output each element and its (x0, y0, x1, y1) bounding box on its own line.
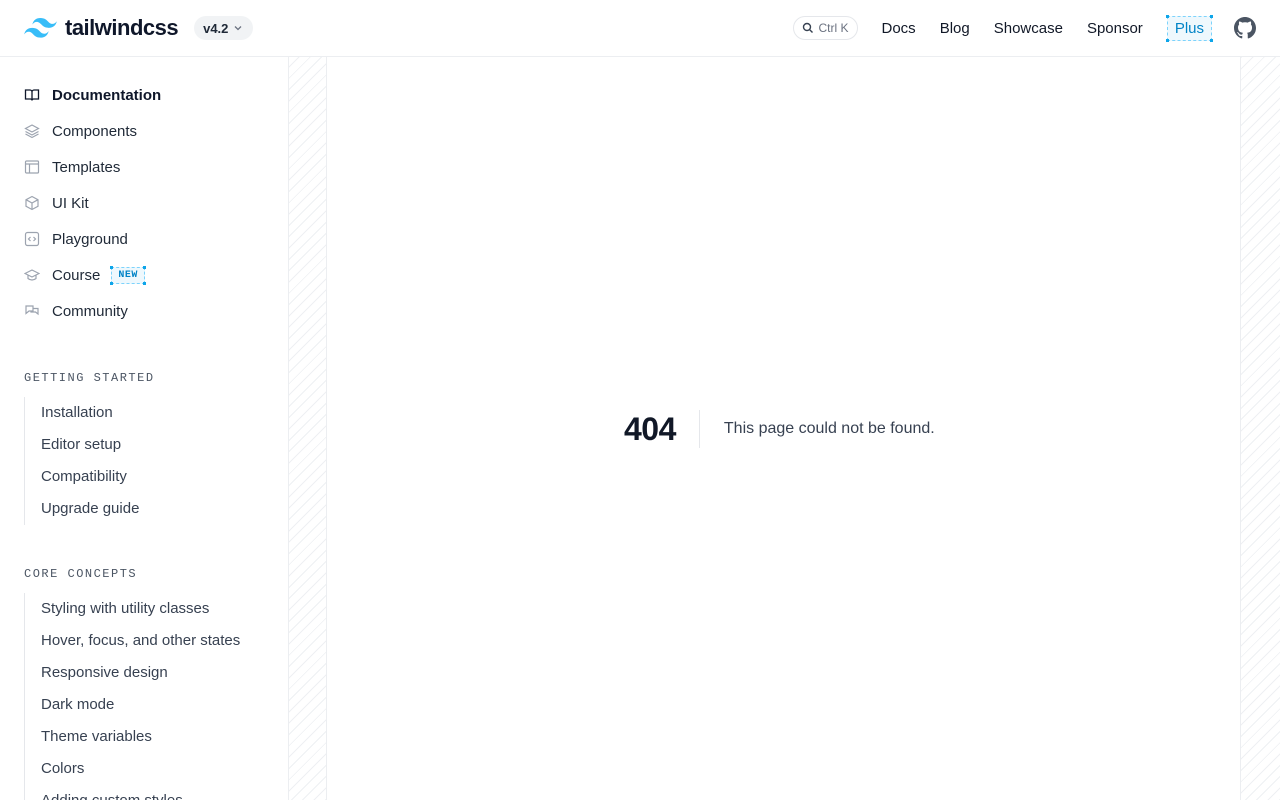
nav-docs[interactable]: Docs (882, 20, 916, 37)
section-title-getting-started: GETTING STARTED (24, 371, 155, 385)
nav-upgrade-guide[interactable]: Upgrade guide (25, 493, 264, 525)
nav-showcase[interactable]: Showcase (994, 20, 1063, 37)
nav-custom-styles[interactable]: Adding custom styles (25, 785, 264, 800)
chat-icon (24, 303, 40, 319)
nav-colors[interactable]: Colors (25, 753, 264, 785)
error-code: 404 (624, 410, 676, 447)
nav-theme-variables[interactable]: Theme variables (25, 721, 264, 753)
sidebar-item-community[interactable]: Community (24, 293, 264, 329)
nav-blog[interactable]: Blog (940, 20, 970, 37)
layers-icon (24, 123, 40, 139)
sidebar: Documentation Components Templates UI Ki… (0, 57, 289, 800)
sidebar-item-label: Documentation (52, 86, 162, 104)
left-gutter (289, 57, 327, 800)
sidebar-item-label: Community (52, 302, 128, 320)
nav-plus[interactable]: Plus (1165, 14, 1213, 42)
layout-icon (24, 159, 40, 175)
sidebar-item-label: UI Kit (52, 194, 89, 212)
version-selector[interactable]: v4.2 (194, 16, 254, 40)
top-nav: Ctrl K Docs Blog Showcase Sponsor Plus (792, 14, 1256, 42)
sidebar-item-documentation[interactable]: Documentation (24, 77, 264, 113)
graduation-cap-icon (24, 267, 40, 283)
sidebar-item-ui-kit[interactable]: UI Kit (24, 185, 264, 221)
plus-label: Plus (1174, 19, 1204, 37)
sidebar-item-label: Course (52, 266, 101, 284)
tailwind-logo-icon (24, 18, 57, 38)
sidebar-item-label: Components (52, 122, 138, 140)
new-badge: NEW (110, 265, 146, 285)
nav-hover-focus-states[interactable]: Hover, focus, and other states (25, 625, 264, 657)
sidebar-item-label: Templates (52, 158, 121, 176)
nav-editor-setup[interactable]: Editor setup (25, 429, 264, 461)
nav-dark-mode[interactable]: Dark mode (25, 689, 264, 721)
search-button[interactable]: Ctrl K (792, 16, 858, 40)
search-shortcut: Ctrl K (818, 21, 849, 35)
code-icon (24, 231, 40, 247)
error-message: This page could not be found. (723, 420, 935, 437)
sidebar-item-playground[interactable]: Playground (24, 221, 264, 257)
logo-text: tailwindcss (65, 15, 179, 40)
sidebar-item-label: Playground (52, 230, 128, 248)
version-label: v4.2 (203, 20, 229, 36)
not-found-block: 404 This page could not be found. (624, 410, 935, 448)
nav-sponsor[interactable]: Sponsor (1087, 20, 1143, 37)
sidebar-item-course[interactable]: Course NEW (24, 257, 264, 293)
nav-utility-classes[interactable]: Styling with utility classes (25, 593, 264, 625)
badge-label: NEW (118, 269, 138, 281)
logo-link[interactable]: tailwindcss (24, 15, 179, 41)
book-icon (24, 87, 40, 103)
search-icon (802, 22, 813, 33)
sidebar-item-components[interactable]: Components (24, 113, 264, 149)
section-title-core-concepts: CORE CONCEPTS (24, 567, 138, 581)
chevron-down-icon (234, 26, 242, 31)
nav-responsive-design[interactable]: Responsive design (25, 657, 264, 689)
nav-compatibility[interactable]: Compatibility (25, 461, 264, 493)
top-header: tailwindcss v4.2 Ctrl K Docs Blog Showca… (0, 0, 1280, 57)
right-gutter (1240, 57, 1280, 800)
nav-installation[interactable]: Installation (25, 397, 264, 429)
main-content: 404 This page could not be found. (328, 57, 1240, 800)
getting-started-list: Installation Editor setup Compatibility … (24, 397, 264, 525)
core-concepts-list: Styling with utility classes Hover, focu… (24, 593, 264, 800)
github-icon[interactable] (1234, 17, 1256, 39)
cube-icon (24, 195, 40, 211)
sidebar-item-templates[interactable]: Templates (24, 149, 264, 185)
